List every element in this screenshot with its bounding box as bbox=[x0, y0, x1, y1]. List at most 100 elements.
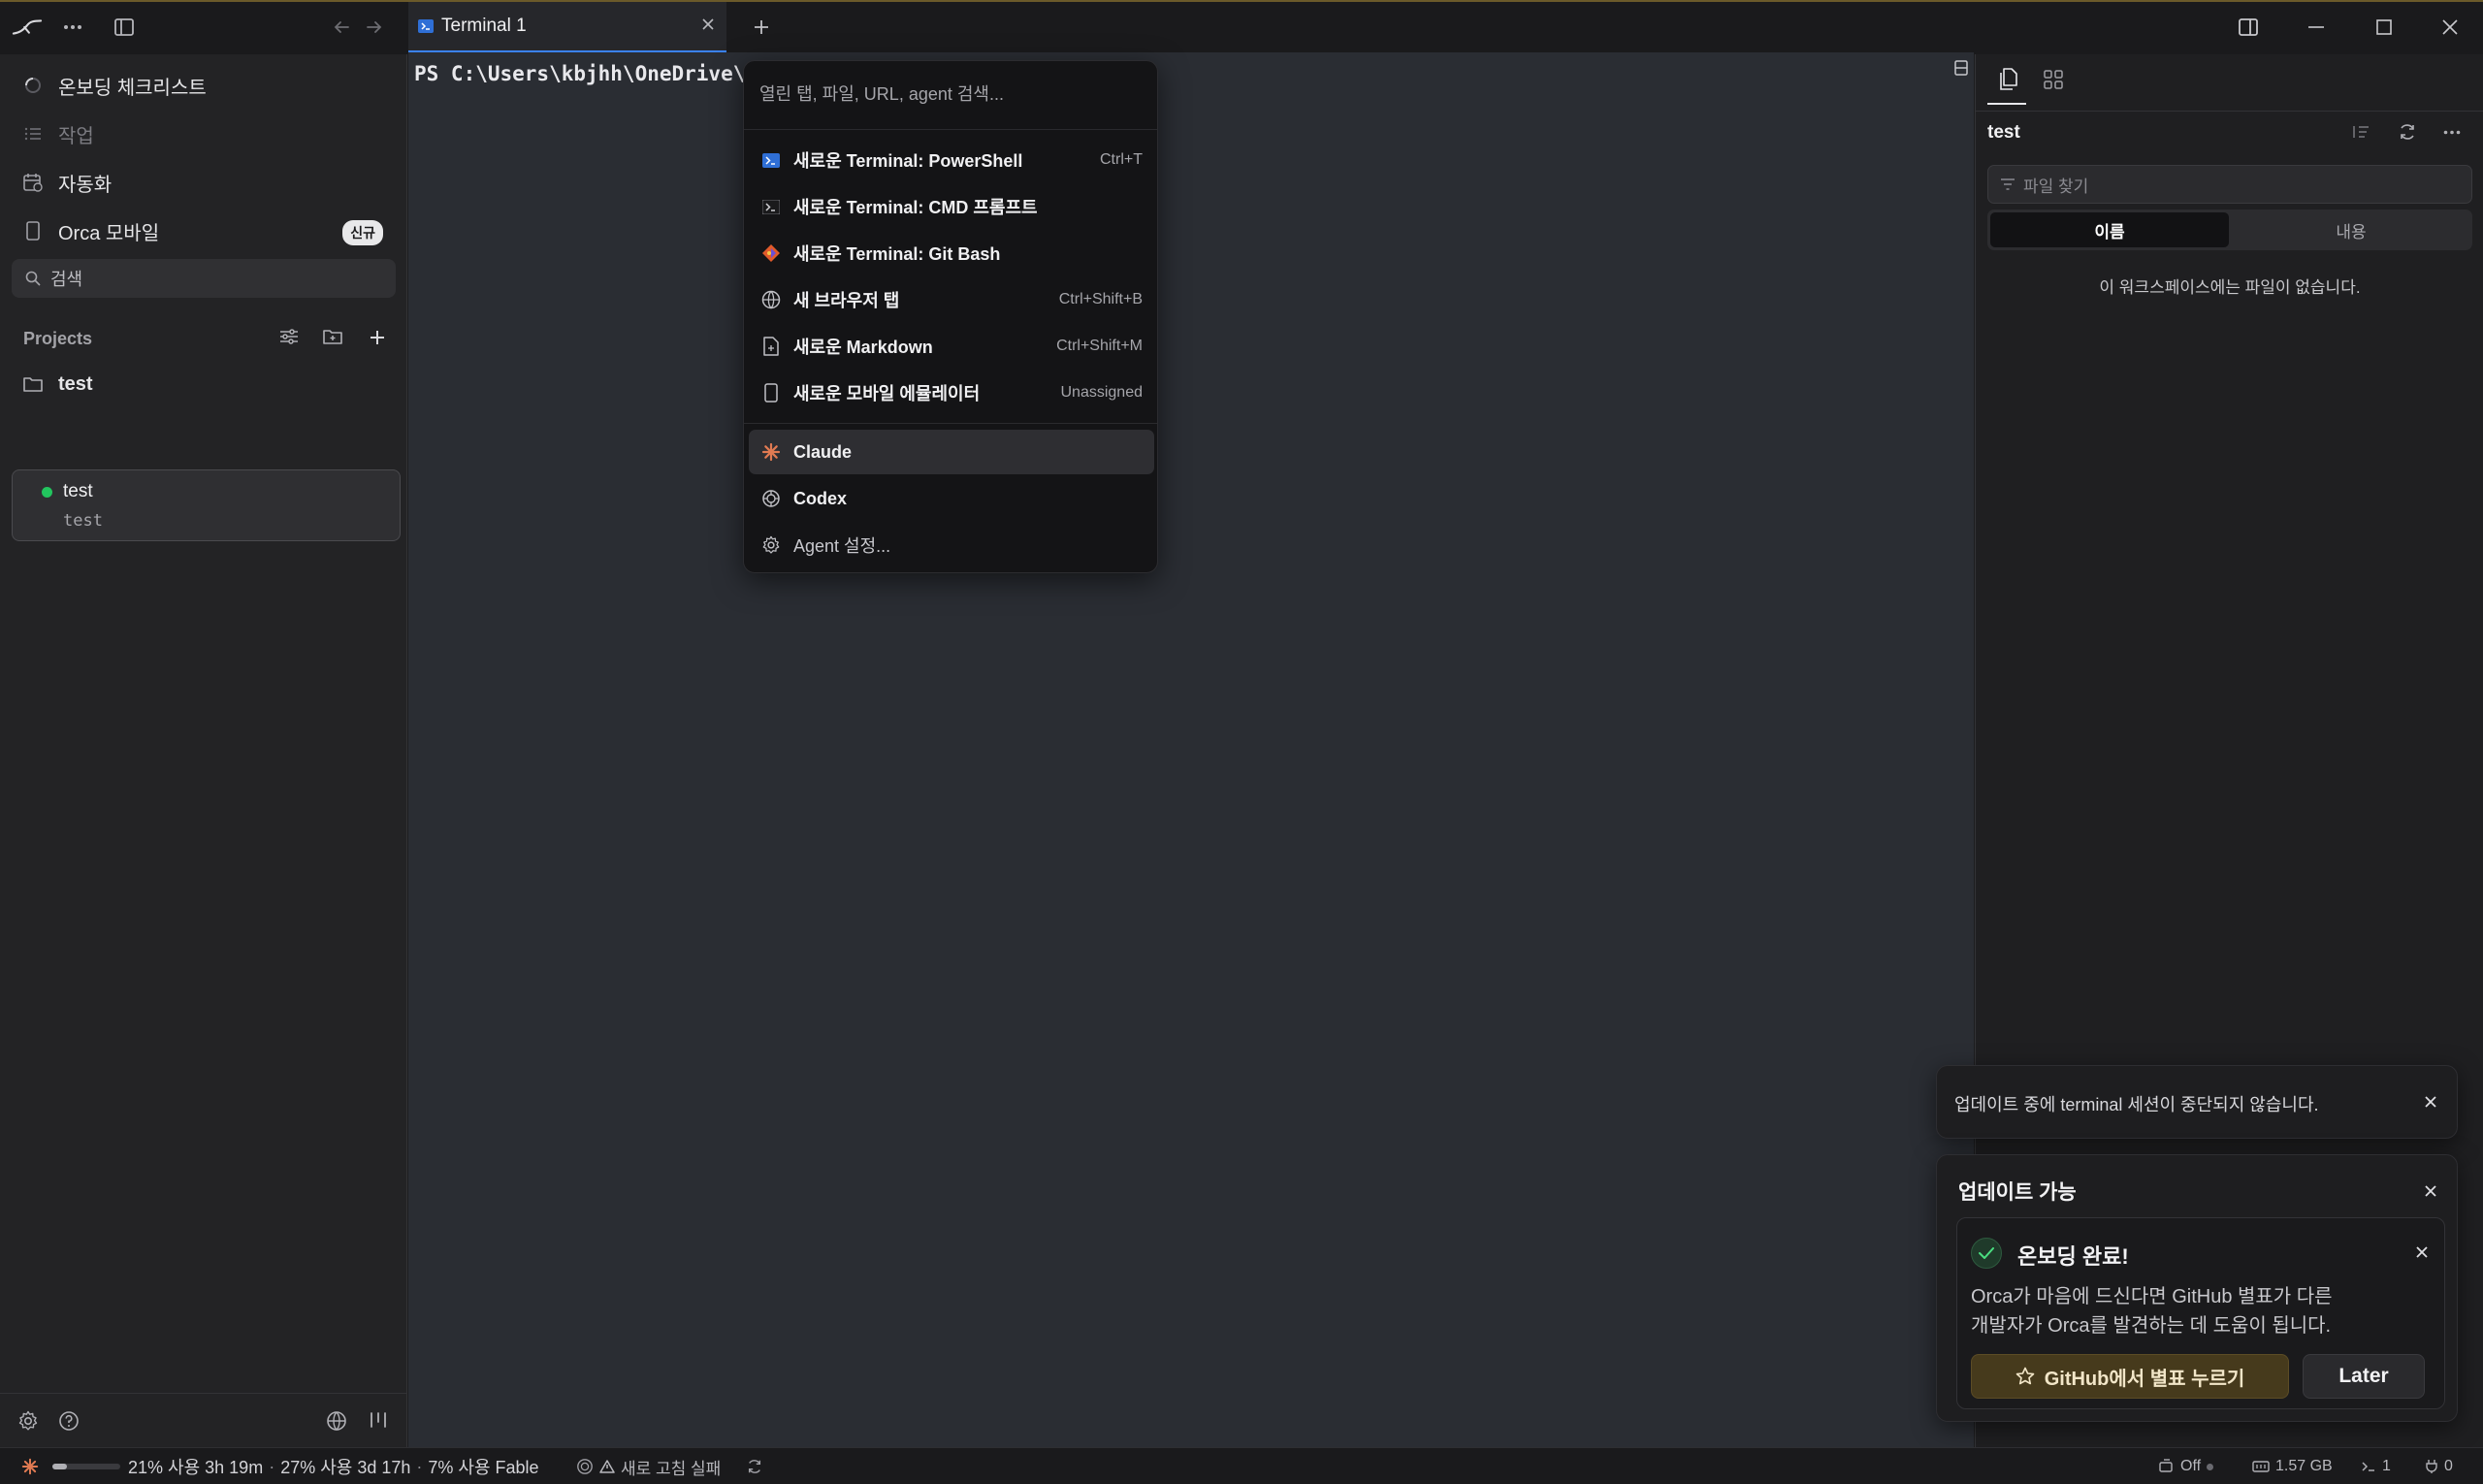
palette-item-label: Codex bbox=[793, 488, 848, 508]
ports-value: 0 bbox=[2444, 1458, 2453, 1474]
columns-icon[interactable] bbox=[369, 1410, 388, 1430]
maximize-icon[interactable] bbox=[2370, 14, 2398, 41]
new-badge: 신규 bbox=[342, 220, 383, 245]
divider bbox=[0, 1393, 407, 1394]
memory-icon bbox=[2252, 1461, 2270, 1472]
sidebar-item-label: 작업 bbox=[58, 125, 94, 147]
files-tab-icon[interactable] bbox=[1997, 68, 2018, 91]
sidebar-toggle-icon[interactable] bbox=[111, 14, 138, 41]
palette-item-mobile-emulator[interactable]: 새로운 모바일 에뮬레이터 Unassigned bbox=[749, 371, 1154, 415]
palette-item-new-markdown[interactable]: 새로운 Markdown Ctrl+Shift+M bbox=[749, 324, 1154, 369]
file-search-input[interactable]: 파일 찾기 bbox=[1987, 165, 2472, 204]
palette-item-claude[interactable]: Claude bbox=[749, 430, 1154, 474]
power-label: Off bbox=[2180, 1458, 2202, 1474]
seg-name-button[interactable]: 이름 bbox=[1990, 212, 2229, 247]
update-title: 업데이트 가능 bbox=[1958, 1181, 2077, 1204]
add-folder-icon[interactable] bbox=[323, 328, 346, 351]
close-icon[interactable] bbox=[2418, 1178, 2443, 1204]
later-button[interactable]: Later bbox=[2303, 1354, 2425, 1399]
gear-icon bbox=[760, 534, 782, 556]
palette-item-label: 새로운 Terminal: PowerShell bbox=[793, 151, 1023, 171]
star-icon bbox=[2015, 1367, 2035, 1385]
palette-search-input[interactable]: 열린 탭, 파일, URL, agent 검색... bbox=[759, 81, 1004, 106]
workspace-card[interactable]: test test bbox=[12, 469, 401, 541]
help-icon[interactable] bbox=[58, 1410, 80, 1432]
plus-icon bbox=[755, 20, 768, 34]
usage-3: 7% 사용 Fable bbox=[428, 1458, 539, 1477]
settings-icon[interactable] bbox=[17, 1410, 39, 1432]
forward-arrow-icon[interactable] bbox=[363, 16, 386, 39]
cmd-icon bbox=[760, 196, 782, 217]
grid-tab-icon[interactable] bbox=[2044, 70, 2063, 89]
palette-item-label: 새 브라우저 탭 bbox=[793, 291, 900, 310]
refresh-icon[interactable] bbox=[2399, 123, 2416, 141]
back-arrow-icon[interactable] bbox=[330, 16, 353, 39]
onboarding-title: 온보딩 완료! bbox=[2017, 1244, 2129, 1269]
calendar-clock-icon bbox=[21, 171, 45, 194]
close-icon[interactable] bbox=[2409, 1240, 2435, 1265]
new-tab-button[interactable] bbox=[750, 16, 773, 39]
project-test[interactable]: test bbox=[21, 365, 93, 403]
sort-icon[interactable] bbox=[2352, 124, 2370, 140]
list-icon bbox=[21, 122, 45, 145]
codex-icon bbox=[577, 1459, 593, 1474]
more-icon[interactable] bbox=[2443, 130, 2461, 135]
tab-terminal-1[interactable]: Terminal 1 bbox=[408, 2, 726, 52]
codex-refresh-status[interactable]: 새로 고침 실패 bbox=[576, 1448, 721, 1484]
tab-label: Terminal 1 bbox=[441, 16, 527, 36]
sidebar-item-label: 온보딩 체크리스트 bbox=[58, 77, 207, 99]
refresh-icon[interactable] bbox=[747, 1448, 762, 1484]
shortcut: Ctrl+Shift+B bbox=[1058, 291, 1143, 307]
palette-item-cmd[interactable]: 새로운 Terminal: CMD 프롬프트 bbox=[749, 184, 1154, 229]
divider bbox=[744, 423, 1157, 424]
sidebar-item-orca-mobile[interactable]: Orca 모바일 bbox=[21, 211, 159, 250]
sidebar-search-input[interactable]: 검색 bbox=[12, 259, 396, 298]
terminal-count[interactable]: 1 bbox=[2361, 1448, 2391, 1484]
later-label: Later bbox=[2338, 1365, 2389, 1387]
sidebar-item-automation[interactable]: 자동화 bbox=[21, 163, 112, 202]
workspace-title: test bbox=[1987, 122, 2020, 143]
palette-item-agent-settings[interactable]: Agent 설정... bbox=[749, 523, 1154, 567]
usage-bar bbox=[52, 1464, 120, 1469]
ports-status[interactable]: 0 bbox=[2425, 1448, 2453, 1484]
add-project-icon[interactable] bbox=[369, 329, 390, 350]
claude-usage[interactable] bbox=[21, 1448, 120, 1484]
sidebar-item-label: Orca 모바일 bbox=[58, 222, 160, 244]
sidebar-item-onboarding-checklist[interactable]: 온보딩 체크리스트 bbox=[21, 66, 207, 105]
close-icon[interactable] bbox=[2418, 1089, 2443, 1114]
tab-bar: Terminal 1 bbox=[408, 2, 1974, 52]
toggle-right-panel-icon[interactable] bbox=[2235, 14, 2262, 41]
progress-ring-icon bbox=[21, 74, 45, 97]
phone-icon bbox=[21, 219, 45, 242]
globe-icon[interactable] bbox=[326, 1410, 347, 1432]
memory-value: 1.57 GB bbox=[2275, 1458, 2333, 1474]
palette-item-git-bash[interactable]: 새로운 Terminal: Git Bash bbox=[749, 231, 1154, 275]
terminal-pane[interactable]: PS C:\Users\kbjhh\OneDrive\바 bbox=[408, 52, 1974, 1447]
close-window-icon[interactable] bbox=[2436, 14, 2464, 41]
palette-item-powershell[interactable]: 새로운 Terminal: PowerShell Ctrl+T bbox=[749, 138, 1154, 182]
onboarding-body-line-1: Orca가 마음에 드신다면 GitHub 별표가 다른 bbox=[1971, 1286, 2333, 1307]
terminal-icon bbox=[2362, 1462, 2374, 1471]
workspace-branch: test bbox=[63, 511, 103, 531]
palette-item-codex[interactable]: Codex bbox=[749, 476, 1154, 521]
update-available-toast: 업데이트 가능 온보딩 완료! Orca가 마음에 드신다면 GitHub 별표… bbox=[1936, 1154, 2458, 1422]
split-pane-icon[interactable] bbox=[1954, 60, 1968, 76]
github-star-button[interactable]: GitHub에서 별표 누르기 bbox=[1971, 1354, 2289, 1399]
power-status[interactable]: Off bbox=[2159, 1448, 2214, 1484]
close-tab-icon[interactable] bbox=[701, 17, 715, 31]
project-name: test bbox=[58, 372, 93, 395]
claude-icon bbox=[760, 441, 782, 463]
update-notice-text: 업데이트 중에 terminal 세션이 중단되지 않습니다. bbox=[1954, 1095, 2319, 1114]
powershell-icon bbox=[760, 149, 782, 171]
seg-content-button[interactable]: 내용 bbox=[2232, 212, 2470, 247]
memory-status[interactable]: 1.57 GB bbox=[2252, 1448, 2333, 1484]
minimize-icon[interactable] bbox=[2303, 14, 2330, 41]
globe-icon bbox=[760, 289, 782, 310]
palette-item-label: 새로운 Terminal: CMD 프롬프트 bbox=[793, 198, 1038, 217]
search-icon bbox=[25, 271, 41, 286]
sidebar-item-tasks[interactable]: 작업 bbox=[21, 114, 94, 153]
plug-icon bbox=[2426, 1460, 2437, 1473]
filter-icon[interactable] bbox=[279, 328, 303, 351]
palette-item-new-browser-tab[interactable]: 새 브라우저 탭 Ctrl+Shift+B bbox=[749, 277, 1154, 322]
more-icon[interactable] bbox=[60, 14, 85, 41]
